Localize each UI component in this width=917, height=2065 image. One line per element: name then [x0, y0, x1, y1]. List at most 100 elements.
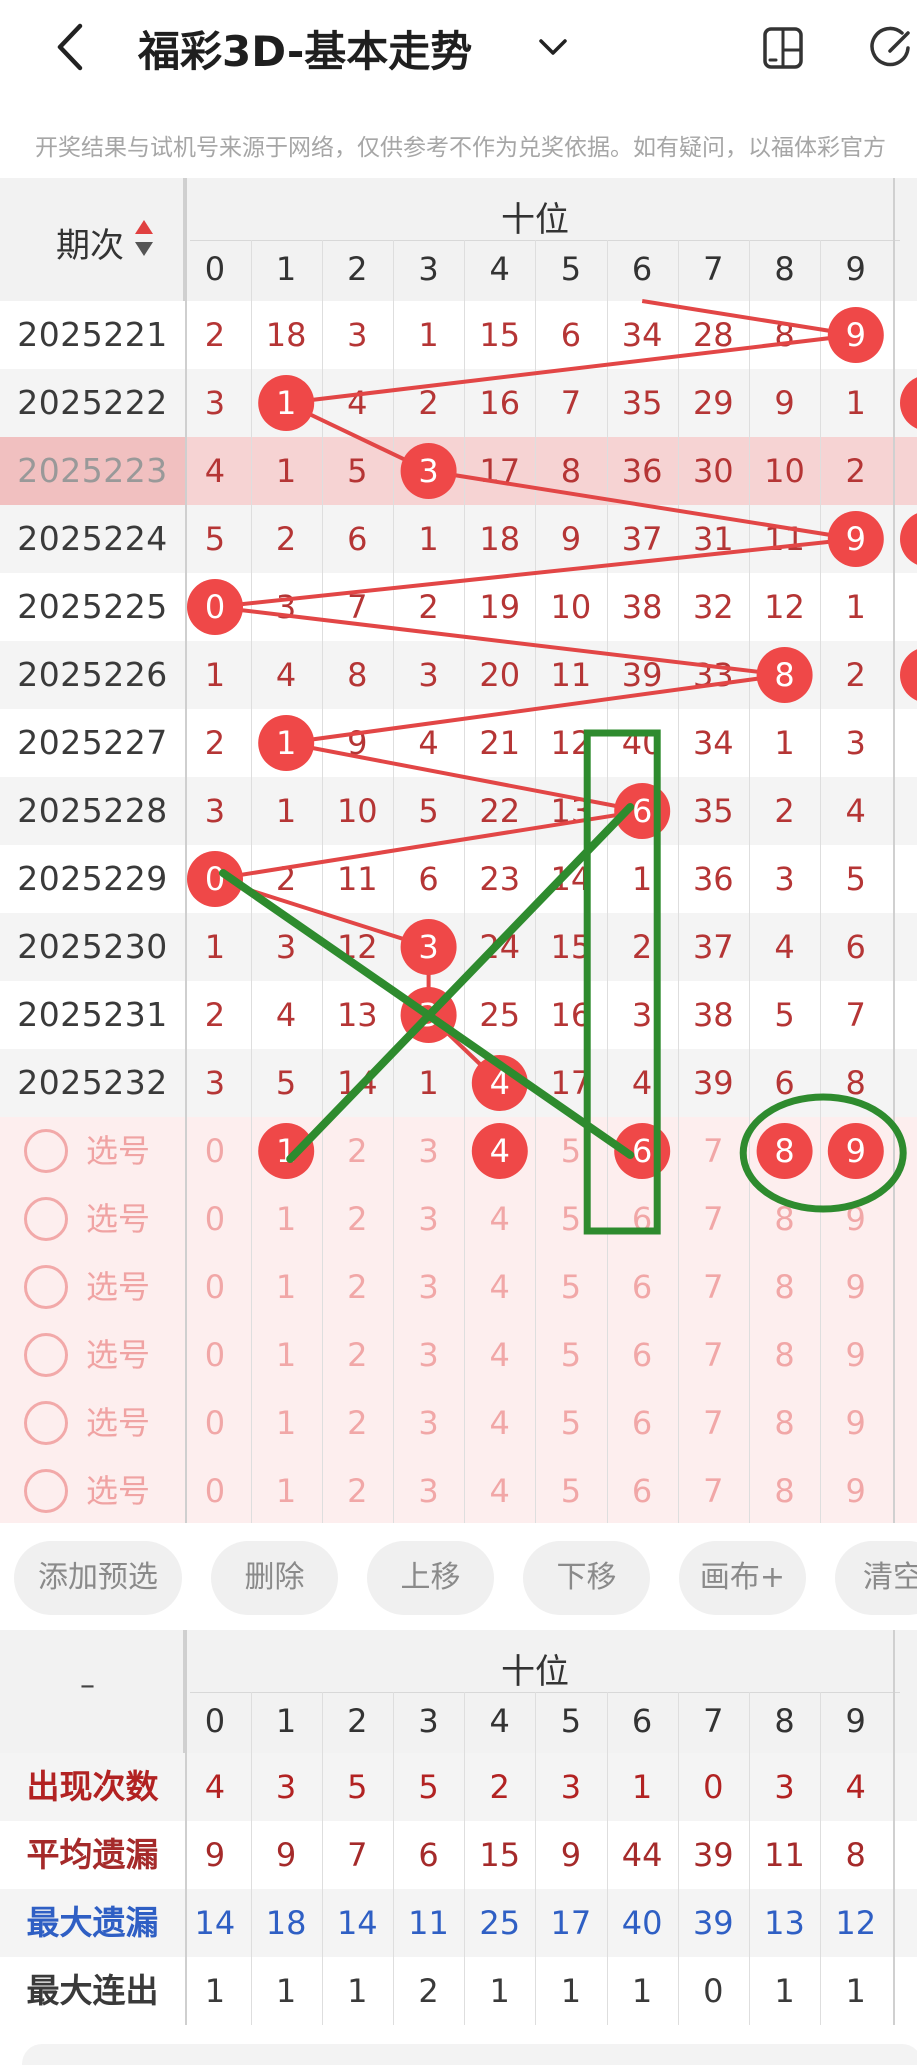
winning-ball-number: 9 — [846, 520, 866, 558]
stats-row-label: 最大连出 — [26, 1971, 159, 2010]
stats-cell: 3 — [275, 1768, 297, 1806]
stats-cell: 7 — [347, 1836, 368, 1874]
stats-cell: 3 — [774, 1768, 795, 1806]
stats-cell: 2 — [489, 1768, 510, 1806]
trend-line-segment — [214, 537, 857, 609]
stats-cell: 1 — [560, 1972, 582, 2010]
stats-header-divider — [190, 1692, 900, 1693]
app-header: 福彩3D-基本走势 — [0, 0, 917, 95]
stats-cell: 13 — [764, 1904, 805, 1942]
stats-cell: 2 — [418, 1972, 439, 2010]
stats-cell: 11 — [764, 1836, 805, 1874]
picked-ball-number: 6 — [632, 1132, 652, 1170]
stats-column-divider — [464, 1692, 466, 2025]
stats-cell: 5 — [418, 1768, 439, 1806]
stats-corner-dash: – — [80, 1668, 95, 1703]
next-column-ball — [900, 377, 917, 429]
stats-cell: 1 — [204, 1972, 226, 2010]
stats-cell: 39 — [692, 1904, 734, 1942]
stats-cell: 3 — [560, 1768, 582, 1806]
winning-ball-number: 9 — [846, 316, 866, 354]
stats-digit-header-8: 8 — [774, 1702, 795, 1740]
stats-digit-header-6: 6 — [631, 1702, 653, 1740]
stats-cell: 0 — [703, 1768, 724, 1806]
next-column-ball — [900, 649, 917, 701]
winning-ball-number: 0 — [205, 588, 225, 626]
stats-cell: 1 — [845, 1972, 866, 2010]
winning-ball-number: 6 — [632, 792, 652, 830]
picked-ball-number: 4 — [490, 1132, 510, 1170]
clear-button[interactable]: 清空 — [835, 1541, 917, 1615]
stats-cell: 18 — [265, 1904, 307, 1942]
stats-corner-cell: – — [0, 1630, 185, 1753]
stats-column-divider — [677, 1692, 679, 2025]
stats-cell: 39 — [692, 1836, 734, 1874]
phone-split-icon[interactable] — [760, 26, 806, 70]
trend-line-segment — [214, 809, 643, 881]
stats-cell: 1 — [489, 1972, 510, 2010]
stats-digit-header-9: 9 — [845, 1702, 866, 1740]
stats-digit-header-3: 3 — [418, 1702, 439, 1740]
trend-line-segment — [428, 469, 857, 541]
stats-digit-header-4: 4 — [489, 1702, 510, 1740]
trend-line-segment — [285, 333, 857, 405]
stats-cell: 44 — [621, 1836, 663, 1874]
delete-button[interactable]: 删除 — [211, 1541, 338, 1615]
winning-ball-number: 1 — [276, 384, 296, 422]
move-down-button[interactable]: 下移 — [523, 1541, 650, 1615]
stats-cell: 1 — [631, 1972, 653, 2010]
stats-column-divider — [606, 1692, 608, 2025]
stats-cell: 14 — [194, 1904, 236, 1942]
stats-column-divider — [820, 1692, 822, 2025]
picked-ball-number: 9 — [846, 1132, 866, 1170]
stats-cell: 1 — [275, 1972, 297, 2010]
stats-cell: 0 — [703, 1972, 724, 2010]
stats-cell: 15 — [479, 1836, 521, 1874]
stats-cell: 6 — [418, 1836, 439, 1874]
refresh-icon[interactable] — [868, 26, 916, 70]
stats-cell: 11 — [408, 1904, 449, 1942]
stats-digit-header-5: 5 — [560, 1702, 582, 1740]
chevron-down-icon[interactable] — [536, 30, 570, 64]
trend-overlay: 91390816033414689 — [187, 299, 917, 1235]
stats-cell: 17 — [550, 1904, 592, 1942]
stats-row-label: 平均遗漏 — [26, 1835, 159, 1874]
bottom-panel-edge — [22, 2044, 917, 2065]
disclaimer-notice: 开奖结果与试机号来源于网络，仅供参考不作为兑奖依据。如有疑问，以福体彩官方 — [35, 135, 886, 161]
stats-cell: 14 — [336, 1904, 378, 1942]
stats-digit-header-0: 0 — [204, 1702, 226, 1740]
stats-column-divider — [250, 1692, 252, 2025]
stats-table: – 十位 0 1 2 3 4 5 6 7 8 9 出现次数 4 3 5 5 2 3 1 0 3 4 平均遗漏 9 9 7 6 15 9… — [0, 1630, 917, 2025]
stats-digit-header-7: 7 — [703, 1702, 724, 1740]
action-toolbar: 添加预选 删除 上移 下移 画布+ 清空 — [0, 1523, 917, 1630]
stats-right-divider — [893, 1630, 896, 2025]
canvas-plus-button[interactable]: 画布+ — [679, 1541, 806, 1615]
stats-column-divider — [321, 1692, 323, 2025]
stats-cell: 9 — [204, 1836, 226, 1874]
winning-ball-number: 3 — [418, 928, 438, 966]
picked-ball-number: 8 — [774, 1132, 794, 1170]
stats-cell: 1 — [347, 1972, 368, 2010]
stats-cell: 12 — [835, 1904, 877, 1942]
stats-cell: 4 — [204, 1768, 226, 1806]
trend-line-segment — [285, 673, 785, 745]
trend-table: 期次 十位 0123456789 2025221 2 18 3 1 15 6 34 28 8 202… — [0, 178, 917, 1525]
winning-ball-number: 0 — [205, 860, 225, 898]
stats-cell: 1 — [631, 1768, 653, 1806]
back-arrow-icon[interactable] — [52, 22, 92, 72]
stats-cell: 4 — [845, 1768, 866, 1806]
stats-cell: 9 — [275, 1836, 297, 1874]
next-column-ball — [900, 513, 917, 565]
stats-digit-header-2: 2 — [347, 1702, 368, 1740]
stats-column-divider — [749, 1692, 750, 2025]
stats-cell: 40 — [621, 1904, 663, 1942]
winning-ball-number: 1 — [276, 724, 296, 762]
add-preselect-button[interactable]: 添加预选 — [14, 1541, 182, 1615]
winning-ball-number: 8 — [774, 656, 794, 694]
stats-cell: 25 — [479, 1904, 521, 1942]
page-title[interactable]: 福彩3D-基本走势 — [138, 18, 472, 79]
stats-column-divider — [535, 1692, 537, 2025]
stats-cell: 1 — [774, 1972, 795, 2010]
stats-label-divider — [185, 1630, 187, 2025]
move-up-button[interactable]: 上移 — [367, 1541, 494, 1615]
